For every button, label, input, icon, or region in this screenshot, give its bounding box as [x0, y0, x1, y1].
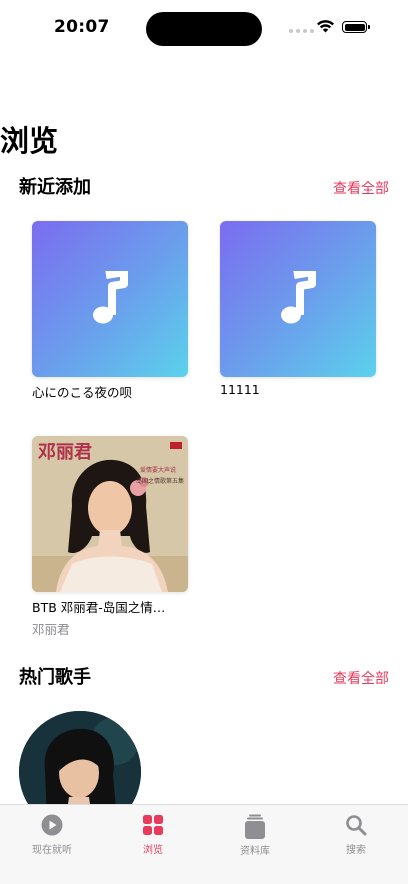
- grid-icon: [143, 815, 163, 835]
- tab-listen-now[interactable]: 现在就听: [12, 813, 92, 856]
- tab-label: 搜索: [346, 845, 366, 856]
- tab-browse[interactable]: 浏览: [113, 813, 193, 856]
- music-note-icon: [281, 271, 316, 324]
- album-cover-placeholder: [220, 221, 376, 377]
- album-card[interactable]: 邓丽君 爱情要大声说 岛国之情歌第五集 BTB 邓丽君-岛国之情… 邓丽君: [32, 436, 188, 638]
- dynamic-island: [146, 12, 262, 46]
- see-all-recently-added-link[interactable]: 查看全部: [333, 178, 389, 198]
- status-bar: 20:07: [0, 0, 408, 56]
- album-title: 11111: [220, 382, 260, 397]
- section-title-hot-artists: 热门歌手: [19, 667, 91, 688]
- battery-icon: [342, 21, 370, 33]
- album-card[interactable]: 心にのこる夜の呗: [32, 221, 188, 401]
- page-title: 浏览: [0, 124, 59, 158]
- tab-bar: 现在就听 浏览 资料库 搜索: [0, 804, 408, 884]
- tab-library[interactable]: 资料库: [215, 813, 295, 857]
- album-cover-photo: 邓丽君 爱情要大声说 岛国之情歌第五集: [32, 436, 188, 592]
- music-note-icon: [93, 271, 128, 324]
- search-icon: [346, 815, 367, 836]
- album-artist: 邓丽君: [32, 622, 70, 637]
- svg-text:爱情要大声说: 爱情要大声说: [140, 466, 176, 474]
- album-title: 心にのこる夜の呗: [32, 385, 133, 400]
- status-time: 20:07: [54, 17, 110, 37]
- tab-label: 现在就听: [32, 845, 72, 856]
- library-stack-icon: [245, 814, 265, 839]
- svg-text:岛国之情歌第五集: 岛国之情歌第五集: [136, 477, 184, 485]
- album-card[interactable]: 11111: [220, 221, 376, 397]
- cellular-signal-icon: [289, 29, 314, 33]
- section-title-recently-added: 新近添加: [19, 177, 91, 198]
- svg-text:邓丽君: 邓丽君: [38, 442, 92, 463]
- album-cover-placeholder: [32, 221, 188, 377]
- see-all-hot-artists-link[interactable]: 查看全部: [333, 668, 389, 688]
- hot-artists-header: 热门歌手 查看全部: [19, 663, 389, 689]
- album-artwork-image: 邓丽君 爱情要大声说 岛国之情歌第五集: [32, 436, 188, 592]
- tab-search[interactable]: 搜索: [316, 813, 396, 856]
- tab-label: 浏览: [143, 845, 163, 856]
- play-circle-icon: [41, 814, 63, 836]
- album-title: BTB 邓丽君-岛国之情…: [32, 600, 166, 615]
- recently-added-header: 新近添加 查看全部: [19, 173, 389, 199]
- wifi-icon: [317, 20, 334, 33]
- tab-label: 资料库: [240, 846, 270, 857]
